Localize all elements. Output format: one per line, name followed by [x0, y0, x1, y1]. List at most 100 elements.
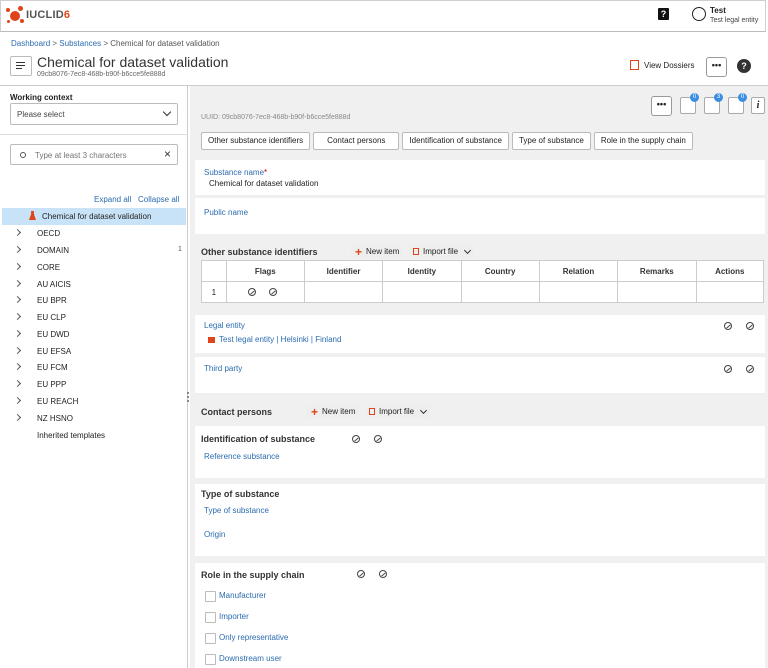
legal-entity-link[interactable]: Test legal entity | Helsinki | Finland [208, 335, 341, 344]
tree-item-selected[interactable]: Chemical for dataset validation [2, 208, 186, 225]
origin-label[interactable]: Origin [204, 530, 225, 539]
flag-icon[interactable] [746, 365, 754, 373]
search-box[interactable]: × [10, 144, 178, 165]
importer-label[interactable]: Importer [219, 612, 249, 621]
info-icon[interactable]: i [751, 97, 765, 114]
row-identity-cell[interactable] [382, 281, 462, 303]
page-uuid: 09cb8076-7ec8-468b-b90f-b6cce5fe888d [37, 71, 166, 78]
breadcrumb-dashboard[interactable]: Dashboard [11, 39, 50, 48]
tree-item[interactable]: OECD [0, 226, 186, 242]
downstream-user-checkbox[interactable] [205, 654, 216, 665]
row-country-cell[interactable] [460, 281, 540, 303]
flag-icon[interactable] [374, 435, 382, 443]
manufacturer-checkbox[interactable] [205, 591, 216, 602]
main-more-button[interactable]: ••• [651, 96, 672, 116]
third-party-label[interactable]: Third party [204, 364, 242, 373]
splitter-handle[interactable] [187, 392, 191, 402]
tree-item[interactable]: CORE [0, 260, 186, 276]
flag-icon[interactable] [357, 570, 365, 578]
chevron-right-icon[interactable] [13, 279, 22, 288]
flag-icon[interactable] [724, 365, 732, 373]
substance-name-value[interactable]: Chemical for dataset validation [209, 179, 318, 188]
help-circle-icon[interactable]: ? [737, 59, 751, 73]
page-title: Chemical for dataset validation [37, 54, 229, 70]
chevron-right-icon[interactable] [13, 346, 22, 355]
plus-icon: + [311, 404, 319, 419]
manufacturer-label[interactable]: Manufacturer [219, 591, 266, 600]
tree-item[interactable]: NZ HSNO [0, 411, 186, 427]
tree-item[interactable]: EU CLP [0, 310, 186, 326]
tree-item[interactable]: EU DWD [0, 327, 186, 343]
tab-type-of-substance[interactable]: Type of substance [511, 132, 591, 150]
chevron-right-icon[interactable] [13, 228, 22, 237]
table-row[interactable]: 1 [201, 281, 765, 303]
import-file-button[interactable]: Import file [365, 405, 431, 418]
downstream-user-label[interactable]: Downstream user [219, 654, 282, 663]
tab-other-identifiers[interactable]: Other substance identifiers [201, 132, 311, 150]
reference-substance-label[interactable]: Reference substance [204, 452, 280, 461]
type-of-substance-label[interactable]: Type of substance [204, 506, 269, 515]
tree-item[interactable]: DOMAIN 1 [0, 243, 186, 259]
row-identifier-cell[interactable] [303, 281, 384, 303]
chevron-right-icon[interactable] [13, 295, 22, 304]
search-input[interactable] [33, 150, 162, 161]
flag-icon[interactable] [352, 435, 360, 443]
row-remarks-cell[interactable] [617, 281, 697, 303]
tree-item[interactable]: EU FCM [0, 360, 186, 376]
user-name[interactable]: Test [710, 6, 726, 15]
attachments-button[interactable]: 0 [680, 93, 699, 114]
chevron-right-icon[interactable] [13, 396, 22, 405]
tree-item[interactable]: EU BPR [0, 293, 186, 309]
collapse-all-link[interactable]: Collapse all [138, 195, 179, 204]
tree-item[interactable]: EU REACH [0, 394, 186, 410]
flag-icon[interactable] [379, 570, 387, 578]
chevron-right-icon[interactable] [13, 312, 22, 321]
annotations-button[interactable]: 0 [728, 93, 747, 114]
header-more-button[interactable]: ••• [706, 57, 727, 77]
chevron-right-icon[interactable] [13, 262, 22, 271]
table-header: Identifier [303, 260, 384, 282]
menu-toggle-button[interactable] [10, 56, 32, 76]
only-representative-label[interactable]: Only representative [219, 633, 288, 642]
importer-checkbox[interactable] [205, 612, 216, 623]
app-logo[interactable]: IUCLID6 [6, 4, 70, 26]
tab-contact-persons[interactable]: Contact persons [313, 132, 400, 150]
flag-confidentiality-icon[interactable] [247, 288, 256, 296]
row-actions-cell[interactable] [695, 281, 765, 303]
tab-identification[interactable]: Identification of substance [402, 132, 509, 150]
tab-role-supply-chain[interactable]: Role in the supply chain [593, 132, 693, 150]
flag-icon[interactable] [724, 322, 732, 330]
table-header [201, 260, 227, 282]
table-header-row: Flags Identifier Identity Country Relati… [201, 260, 765, 282]
role-title: Role in the supply chain [201, 570, 305, 580]
tree-item[interactable]: AU AICIS [0, 277, 186, 293]
only-representative-checkbox[interactable] [205, 633, 216, 644]
public-name-label[interactable]: Public name [204, 208, 248, 217]
tree-item[interactable]: Inherited templates [0, 428, 186, 444]
public-name-panel [195, 198, 765, 234]
chevron-right-icon[interactable] [13, 245, 22, 254]
chevron-right-icon[interactable] [13, 362, 22, 371]
chevron-right-icon[interactable] [13, 329, 22, 338]
breadcrumb-current: Chemical for dataset validation [110, 39, 220, 48]
flag-regulatory-icon[interactable] [268, 288, 277, 296]
help-icon[interactable]: ? [658, 8, 669, 20]
tree-item[interactable]: EU PPP [0, 377, 186, 393]
history-button[interactable]: 3 [704, 93, 723, 114]
annotations-badge: 0 [738, 93, 747, 102]
new-item-button[interactable]: + New item [351, 245, 404, 258]
import-file-button[interactable]: Import file [409, 245, 475, 258]
view-dossiers-button[interactable]: View Dossiers [630, 60, 695, 70]
row-relation-cell[interactable] [538, 281, 619, 303]
new-item-button[interactable]: + New item [307, 404, 360, 419]
tree-item[interactable]: EU EFSA [0, 344, 186, 360]
flag-icon[interactable] [746, 322, 754, 330]
chevron-right-icon[interactable] [13, 379, 22, 388]
user-icon[interactable] [692, 7, 706, 21]
expand-all-link[interactable]: Expand all [94, 195, 131, 204]
close-icon[interactable]: × [164, 147, 171, 161]
chevron-right-icon[interactable] [13, 413, 22, 422]
working-context-select[interactable]: Please select [10, 103, 178, 125]
logo-dots-icon [6, 6, 24, 24]
breadcrumb-substances[interactable]: Substances [59, 39, 101, 48]
